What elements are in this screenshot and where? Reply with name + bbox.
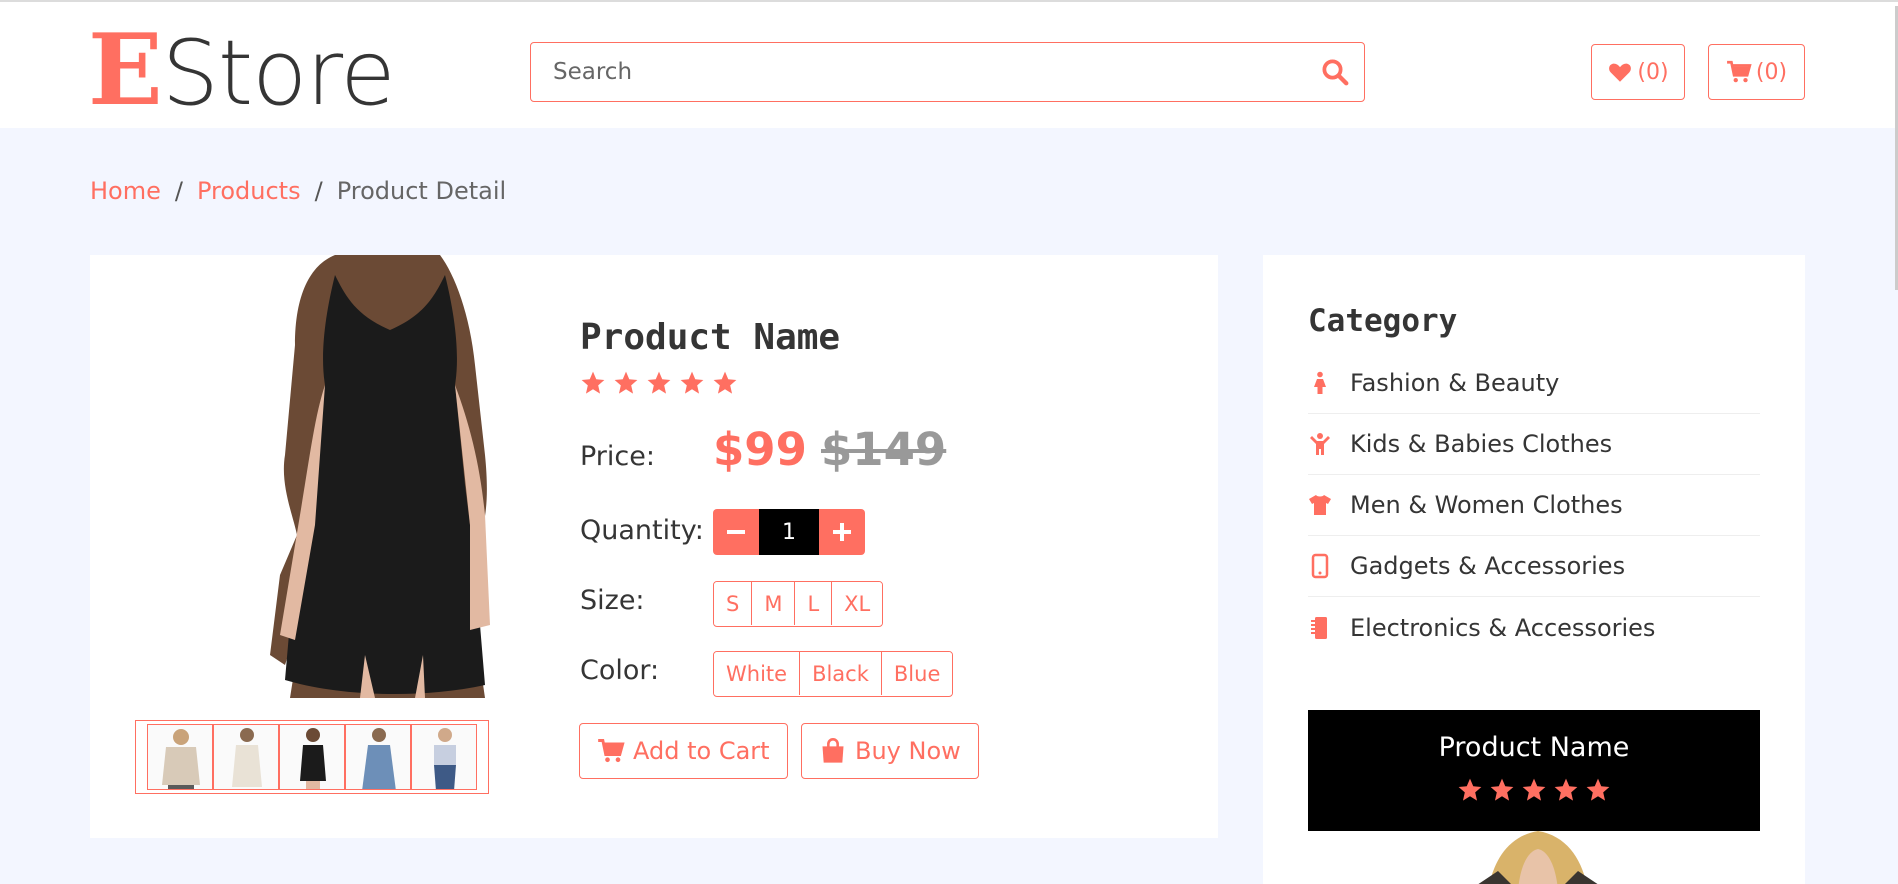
category-item-gadgets[interactable]: Gadgets & Accessories bbox=[1308, 536, 1760, 597]
logo-text: Store bbox=[161, 21, 396, 126]
color-options: White Black Blue bbox=[713, 651, 954, 697]
thumbnail-1[interactable] bbox=[147, 724, 213, 790]
quantity-input[interactable]: 1 bbox=[759, 509, 819, 555]
female-icon bbox=[1314, 371, 1326, 394]
star-icon bbox=[1554, 778, 1578, 801]
star-icon bbox=[713, 371, 737, 394]
thumbnail-3[interactable] bbox=[279, 724, 345, 790]
breadcrumb-home[interactable]: Home bbox=[90, 177, 161, 205]
category-label: Men & Women Clothes bbox=[1350, 491, 1623, 519]
star-icon bbox=[1586, 778, 1610, 801]
breadcrumb-current: Product Detail bbox=[336, 177, 507, 205]
color-option[interactable]: White bbox=[714, 652, 801, 695]
mobile-icon bbox=[1311, 553, 1329, 579]
featured-product-name: Product Name bbox=[1438, 732, 1630, 763]
featured-product-header: Product Name bbox=[1308, 710, 1760, 831]
size-label: Size: bbox=[580, 585, 645, 616]
featured-product-rating bbox=[1308, 777, 1760, 803]
breadcrumb-products[interactable]: Products bbox=[197, 177, 301, 205]
breadcrumb-separator: / bbox=[174, 177, 183, 205]
breadcrumb-separator: / bbox=[314, 177, 323, 205]
estore-logo[interactable]: EStore bbox=[88, 20, 396, 126]
cart-icon bbox=[598, 739, 625, 763]
star-icon bbox=[1458, 778, 1482, 801]
category-item-electronics[interactable]: Electronics & Accessories bbox=[1308, 597, 1760, 658]
size-option[interactable]: L bbox=[795, 582, 833, 625]
search-input[interactable] bbox=[553, 43, 1313, 100]
thumbnail-strip bbox=[135, 720, 489, 794]
color-label: Color: bbox=[580, 655, 660, 686]
star-icon bbox=[647, 371, 671, 394]
category-item-kids-babies[interactable]: Kids & Babies Clothes bbox=[1308, 414, 1760, 475]
thumbnail-2[interactable] bbox=[213, 724, 279, 790]
category-title: Category bbox=[1308, 303, 1458, 339]
heart-icon bbox=[1609, 63, 1632, 82]
plus-icon bbox=[833, 523, 851, 541]
logo-letter-e: E bbox=[88, 13, 163, 128]
shopping-bag-icon bbox=[822, 738, 844, 763]
star-icon bbox=[680, 371, 704, 394]
decrease-quantity-button[interactable] bbox=[713, 509, 759, 555]
buy-now-label: Buy Now bbox=[855, 737, 961, 765]
product-rating bbox=[580, 370, 738, 396]
quantity-stepper: 1 bbox=[713, 509, 865, 555]
featured-product-image bbox=[1478, 831, 1598, 884]
featured-product-card[interactable]: Product Name bbox=[1308, 710, 1760, 884]
increase-quantity-button[interactable] bbox=[819, 509, 865, 555]
search-box bbox=[530, 42, 1365, 102]
category-list: Fashion & Beauty Kids & Babies Clothes M… bbox=[1308, 353, 1760, 658]
star-icon bbox=[614, 371, 638, 394]
category-label: Fashion & Beauty bbox=[1350, 369, 1560, 397]
cart-icon bbox=[1726, 60, 1752, 83]
product-name: Product Name bbox=[580, 317, 841, 358]
thumbnail-4[interactable] bbox=[345, 724, 411, 790]
category-label: Kids & Babies Clothes bbox=[1350, 430, 1613, 458]
category-item-men-women[interactable]: Men & Women Clothes bbox=[1308, 475, 1760, 536]
wishlist-count: (0) bbox=[1637, 59, 1669, 85]
site-header: EStore (0) (0) bbox=[0, 6, 1898, 128]
microchip-icon bbox=[1311, 616, 1327, 639]
product-detail-card: Product Name Price: $99 $149 Quantity: 1… bbox=[90, 255, 1218, 838]
category-label: Gadgets & Accessories bbox=[1350, 552, 1626, 580]
original-price: $149 bbox=[821, 423, 947, 476]
search-icon[interactable] bbox=[1320, 57, 1350, 87]
category-sidebar: Category Fashion & Beauty Kids & Babies … bbox=[1263, 255, 1805, 884]
color-option[interactable]: Blue bbox=[881, 652, 953, 695]
quantity-label: Quantity: bbox=[580, 515, 704, 546]
size-option[interactable]: M bbox=[752, 582, 796, 625]
wishlist-button[interactable]: (0) bbox=[1591, 44, 1685, 100]
minus-icon bbox=[727, 530, 745, 534]
add-to-cart-label: Add to Cart bbox=[633, 737, 770, 765]
category-label: Electronics & Accessories bbox=[1350, 613, 1656, 642]
color-option[interactable]: Black bbox=[800, 652, 882, 695]
size-option[interactable]: S bbox=[714, 582, 753, 625]
star-icon bbox=[581, 371, 605, 394]
tshirt-icon bbox=[1309, 495, 1331, 515]
category-item-fashion-beauty[interactable]: Fashion & Beauty bbox=[1308, 353, 1760, 414]
current-price: $99 bbox=[713, 423, 807, 476]
cart-button[interactable]: (0) bbox=[1708, 44, 1805, 100]
add-to-cart-button[interactable]: Add to Cart bbox=[579, 723, 788, 779]
star-icon bbox=[1522, 778, 1546, 801]
star-icon bbox=[1490, 778, 1514, 801]
size-option[interactable]: XL bbox=[832, 582, 883, 625]
child-icon bbox=[1310, 433, 1330, 455]
breadcrumb: Home / Products / Product Detail bbox=[90, 177, 506, 205]
price-label: Price: bbox=[580, 441, 655, 472]
thumbnail-5[interactable] bbox=[411, 724, 477, 790]
product-image[interactable] bbox=[185, 255, 545, 698]
size-options: S M L XL bbox=[713, 581, 884, 627]
buy-now-button[interactable]: Buy Now bbox=[801, 723, 979, 779]
cart-count: (0) bbox=[1755, 59, 1788, 85]
